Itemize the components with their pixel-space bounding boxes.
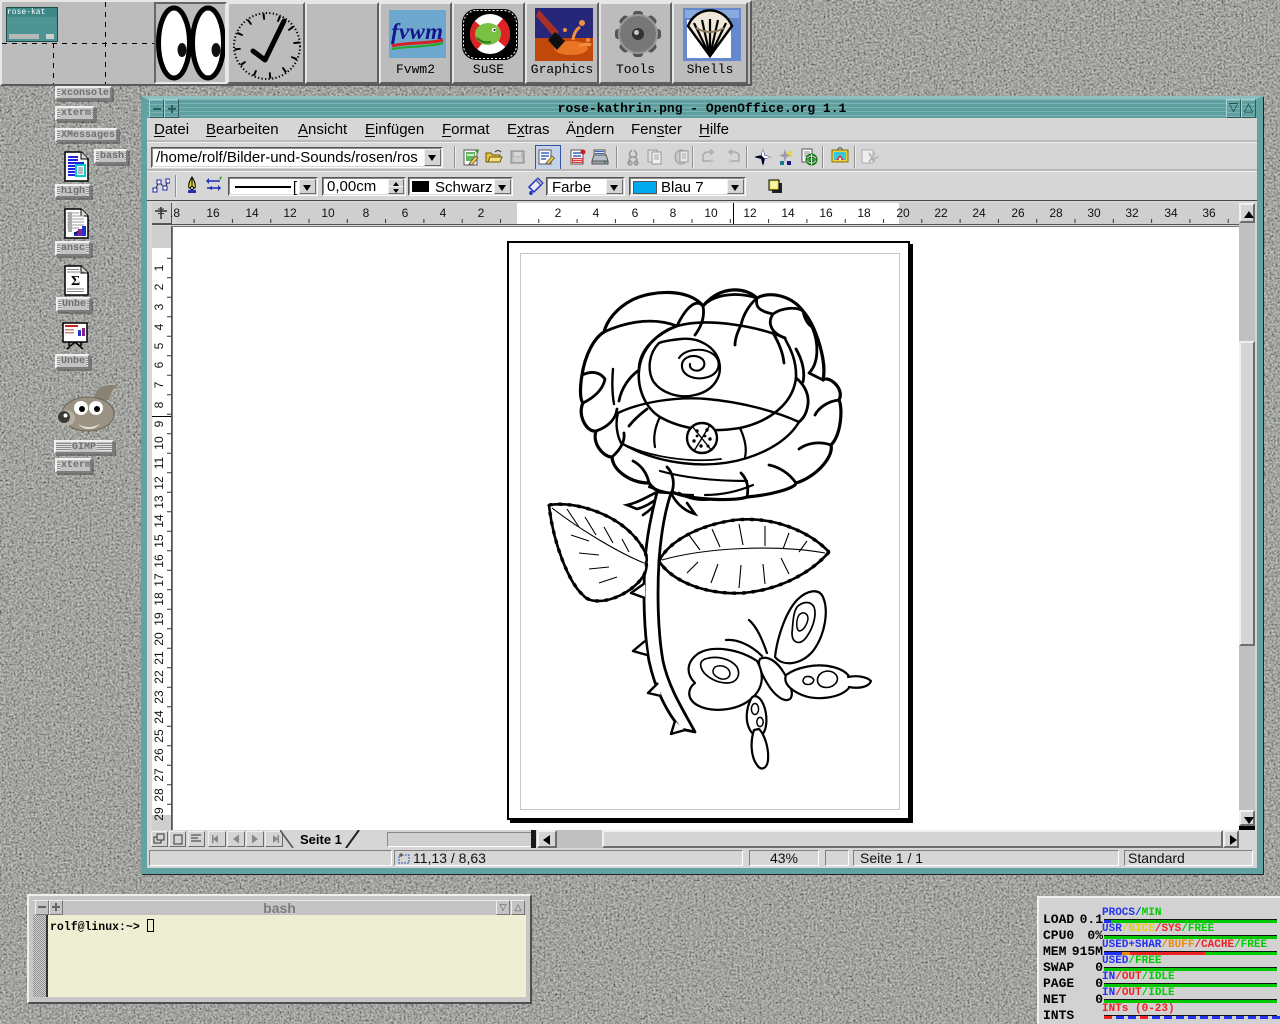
svg-text:Σ: Σ: [71, 274, 80, 289]
svg-text:Seite 1: Seite 1: [300, 832, 342, 847]
